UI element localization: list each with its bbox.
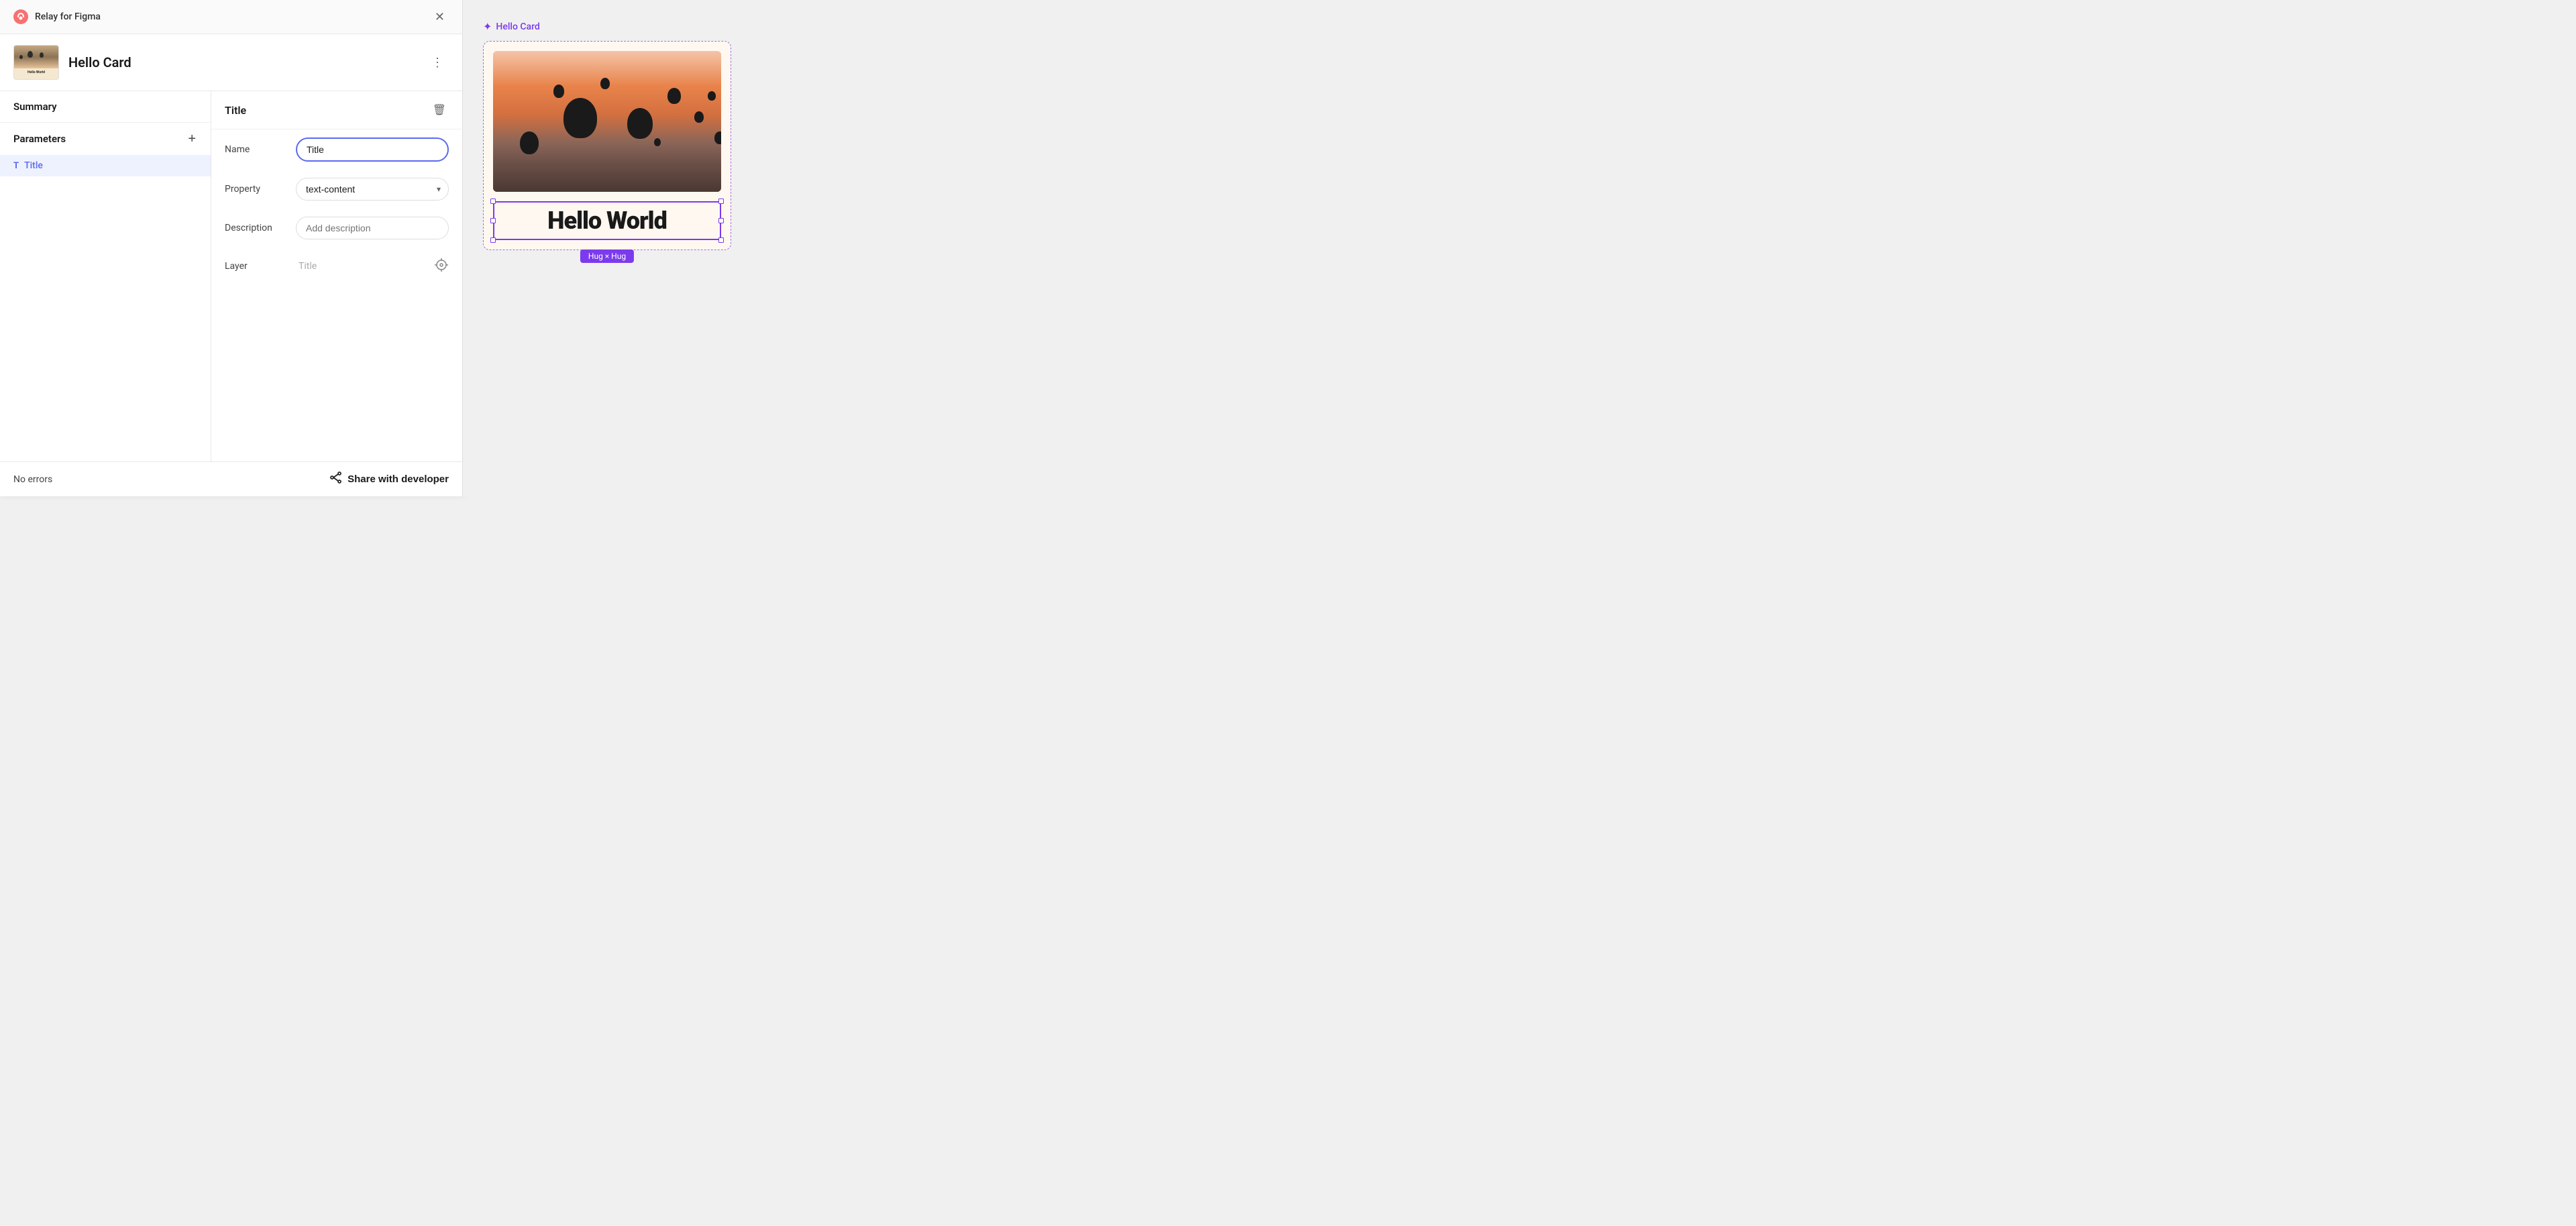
text-type-icon: T — [13, 161, 19, 171]
balloon-2 — [564, 98, 597, 138]
name-field-row: Name — [211, 129, 462, 170]
sky-gradient — [493, 51, 721, 192]
description-field-row: Description — [211, 209, 462, 247]
layer-label: Layer — [225, 261, 285, 272]
card-image — [493, 51, 721, 192]
parameters-label: Parameters — [13, 133, 66, 145]
balloon-5 — [600, 78, 610, 89]
trash-icon: 🗑 — [433, 105, 446, 116]
balloon-3 — [627, 108, 653, 139]
hello-world-wrapper: Hello World Hug × Hug — [493, 201, 721, 240]
balloon-6 — [667, 88, 681, 104]
thumb-balloon — [28, 51, 33, 58]
component-thumbnail: Hello World — [13, 45, 59, 80]
component-header-left: Hello World Hello Card — [13, 45, 131, 80]
balloon-4 — [553, 85, 564, 98]
handle-mid-left — [490, 218, 496, 223]
canvas-area: ✦ Hello Card Hello World — [463, 0, 1033, 496]
app-title: Relay for Figma — [35, 11, 101, 22]
name-input[interactable] — [296, 137, 449, 162]
layer-field-row: Layer Title — [211, 247, 462, 285]
share-label: Share with developer — [347, 473, 449, 485]
hello-world-text: Hello World — [493, 201, 721, 240]
add-parameter-button[interactable]: + — [186, 132, 197, 146]
status-text: No errors — [13, 474, 52, 485]
summary-nav-item[interactable]: Summary — [0, 91, 211, 123]
component-header: Hello World Hello Card ⋮ — [0, 34, 462, 91]
component-name: Hello Card — [68, 54, 131, 70]
description-label: Description — [225, 223, 285, 233]
param-title-name: Title — [24, 160, 43, 171]
thumb-balloon — [19, 55, 23, 59]
delete-button[interactable]: 🗑 — [430, 101, 449, 119]
description-input[interactable] — [296, 217, 449, 239]
handle-bottom-right — [718, 237, 724, 243]
share-button[interactable]: Share with developer — [330, 471, 449, 487]
param-title-item[interactable]: T Title — [0, 155, 211, 176]
panel-header-left: Relay for Figma — [13, 9, 101, 24]
plus-icon: + — [188, 131, 196, 146]
panel-footer: No errors Share with developer — [0, 461, 462, 496]
thumb-balloon — [40, 52, 44, 58]
balloon-7 — [694, 111, 704, 123]
locate-layer-button[interactable] — [434, 258, 449, 276]
handle-top-right — [718, 199, 724, 204]
property-select-wrap: text-content visible disabled ▾ — [296, 178, 449, 201]
summary-label: Summary — [13, 101, 57, 113]
property-select[interactable]: text-content visible disabled — [296, 178, 449, 201]
panel-body: Summary Parameters + T Title Title 🗑 — [0, 91, 462, 461]
balloon-1 — [520, 131, 539, 154]
parameters-section-header[interactable]: Parameters + — [0, 123, 211, 155]
hug-badge: Hug × Hug — [580, 249, 634, 263]
handle-top-left — [490, 199, 496, 204]
right-column: Title 🗑 Name Property text-content visib… — [211, 91, 462, 461]
relay-logo-icon — [13, 9, 28, 24]
panel-header: Relay for Figma ✕ — [0, 0, 462, 34]
balloon-9 — [708, 91, 716, 101]
share-icon — [330, 471, 342, 487]
canvas-component-label: ✦ Hello Card — [483, 20, 540, 33]
layer-value: Title — [296, 256, 423, 277]
close-icon: ✕ — [435, 10, 445, 23]
thumbnail-text: Hello World — [14, 68, 58, 76]
property-field-row: Property text-content visible disabled ▾ — [211, 170, 462, 209]
more-options-button[interactable]: ⋮ — [426, 53, 449, 72]
detail-header: Title 🗑 — [211, 91, 462, 129]
handle-bottom-left — [490, 237, 496, 243]
balloon-8 — [714, 131, 721, 144]
left-panel: Relay for Figma ✕ Hello World Hello Card… — [0, 0, 463, 496]
handle-mid-right — [718, 218, 724, 223]
close-button[interactable]: ✕ — [431, 9, 449, 24]
card-preview: Hello World Hug × Hug — [483, 41, 731, 250]
balloon-10 — [654, 138, 661, 146]
thumbnail-image — [14, 46, 58, 68]
name-label: Name — [225, 144, 285, 155]
detail-title: Title — [225, 104, 246, 117]
left-column: Summary Parameters + T Title — [0, 91, 211, 461]
relay-diamond-icon: ✦ — [483, 20, 492, 33]
property-label: Property — [225, 184, 285, 194]
canvas-component-name: Hello Card — [496, 21, 539, 32]
canvas-label-row: ✦ Hello Card — [483, 20, 540, 33]
